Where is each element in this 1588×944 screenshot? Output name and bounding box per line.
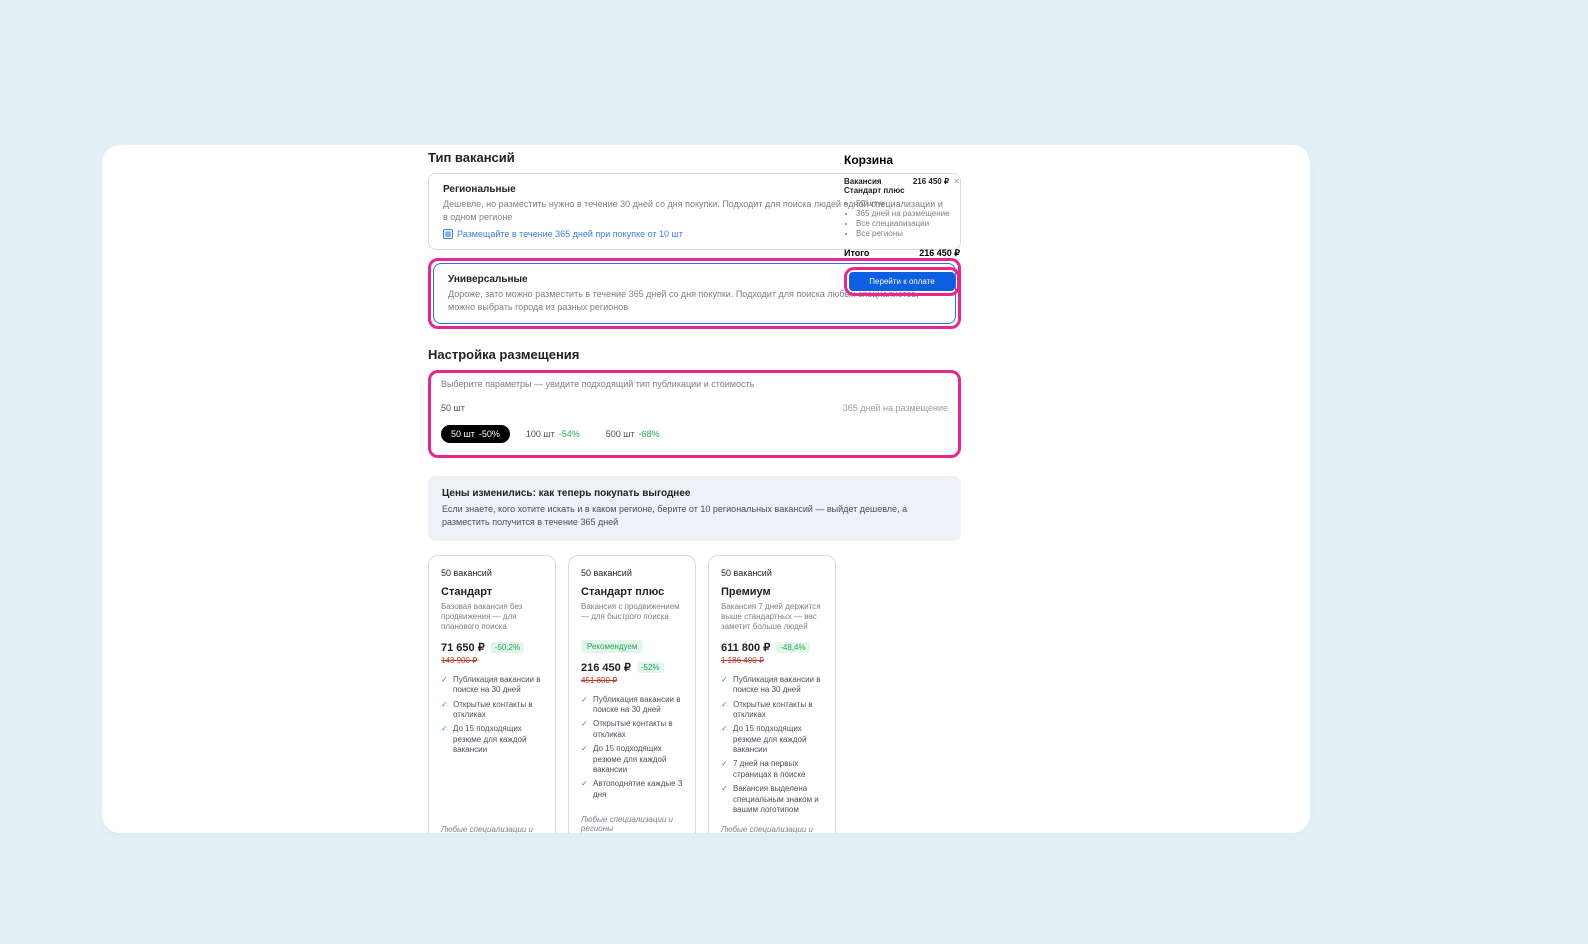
plan-old-price: 1 186 400 ₽: [721, 656, 823, 665]
highlight-checkout: Перейти к оплате: [844, 267, 960, 296]
plan-features: Публикация вакансии в поиске на 30 дней …: [581, 695, 683, 801]
plan-name: Стандарт: [441, 586, 543, 598]
settings-summary-row: 50 шт 365 дней на размещение: [441, 403, 948, 413]
plan-desc: Вакансия 7 дней держится выше стандартны…: [721, 602, 823, 633]
plan-footer: Любые специализации и регионы: [441, 825, 543, 833]
qty-pills: 50 шт -50% 100 шт -54% 500 шт -68%: [441, 425, 948, 443]
plan-desc: Вакансия с продвижением — для быстрого п…: [581, 602, 683, 628]
highlight-settings: Выберите параметры — увидите подходящий …: [428, 370, 961, 458]
qty-pill-50[interactable]: 50 шт -50%: [441, 425, 510, 443]
plan-cards-row: 50 вакансий Стандарт Базовая вакансия бе…: [428, 555, 961, 833]
plan-price: 216 450 ₽: [581, 661, 631, 674]
cart-title: Корзина: [844, 153, 960, 167]
plan-footer: Любые специализации и регионы: [581, 815, 683, 833]
checkout-button[interactable]: Перейти к оплате: [849, 272, 955, 291]
price-info-band: Цены изменились: как теперь покупать выг…: [428, 476, 961, 540]
cart-item-row: Вакансия Стандарт плюс 216 450 ₽ ✕: [844, 177, 960, 195]
plan-count: 50 вакансий: [581, 568, 683, 578]
plan-discount: -52%: [637, 662, 664, 673]
qty-pill-100[interactable]: 100 шт -54%: [516, 425, 590, 443]
cart-item-price: 216 450 ₽: [913, 177, 949, 186]
plan-features: Публикация вакансии в поиске на 30 дней …: [721, 675, 823, 816]
plan-name: Стандарт плюс: [581, 586, 683, 598]
qty-label: 50 шт: [441, 403, 465, 413]
plan-name: Премиум: [721, 586, 823, 598]
cart-total-label: Итого: [844, 248, 869, 259]
settings-section: Настройка размещения Выберите параметры …: [428, 347, 961, 458]
cart-item-name: Вакансия Стандарт плюс: [844, 177, 912, 195]
duration-label: 365 дней на размещение: [843, 403, 948, 413]
plan-premium: 50 вакансий Премиум Вакансия 7 дней держ…: [708, 555, 836, 833]
plan-desc: Базовая вакансия без продвижения — для п…: [441, 602, 543, 633]
plan-count: 50 вакансий: [721, 568, 823, 578]
cart-total-value: 216 450 ₽: [919, 248, 960, 259]
info-band-text: Если знаете, кого хотите искать и в како…: [442, 503, 947, 528]
cart-item-details: 50 штук 365 дней на размещение Все специ…: [844, 199, 960, 238]
plan-discount: -48,4%: [776, 642, 809, 653]
plan-discount: -50,2%: [491, 642, 524, 653]
plan-features: Публикация вакансии в поиске на 30 дней …: [441, 675, 543, 756]
plan-standard-plus: 50 вакансий Стандарт плюс Вакансия с про…: [568, 555, 696, 833]
plan-badge: Рекомендуем: [581, 640, 643, 653]
plan-count: 50 вакансий: [441, 568, 543, 578]
plan-standard: 50 вакансий Стандарт Базовая вакансия бе…: [428, 555, 556, 833]
plan-footer: Любые специализации и регионы: [721, 825, 823, 833]
remove-cart-item-icon[interactable]: ✕: [953, 177, 960, 186]
settings-title: Настройка размещения: [428, 347, 961, 362]
plan-old-price: 143 900 ₽: [441, 656, 543, 665]
settings-hint: Выберите параметры — увидите подходящий …: [441, 379, 948, 389]
plan-price: 611 800 ₽: [721, 641, 770, 654]
app-window: Тип вакансий Региональные Дешевле, но ра…: [102, 145, 1310, 833]
cart-total-row: Итого 216 450 ₽: [844, 248, 960, 259]
plan-price: 71 650 ₽: [441, 641, 485, 654]
type-regional-hint-text: Размещайте в течение 365 дней при покупк…: [457, 229, 683, 239]
cart-panel: Корзина Вакансия Стандарт плюс 216 450 ₽…: [844, 153, 960, 296]
qty-pill-500[interactable]: 500 шт -68%: [596, 425, 670, 443]
info-band-title: Цены изменились: как теперь покупать выг…: [442, 488, 947, 499]
plan-old-price: 451 800 ₽: [581, 676, 683, 685]
calendar-icon: ▦: [443, 229, 453, 239]
